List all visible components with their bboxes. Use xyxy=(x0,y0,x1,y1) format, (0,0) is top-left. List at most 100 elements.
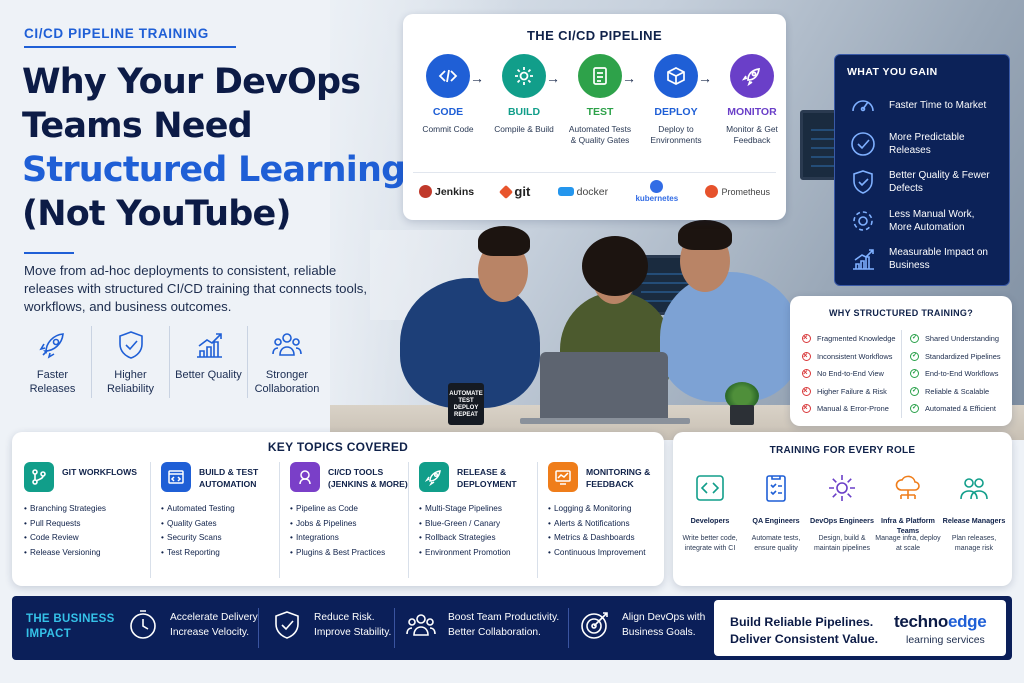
tool-docker: docker xyxy=(557,185,609,198)
check-circle-icon xyxy=(910,333,919,344)
tool-git: git xyxy=(499,184,530,199)
benefit-label: Stronger Collaboration xyxy=(254,369,320,395)
gear-icon xyxy=(829,475,855,501)
jenkins-icon xyxy=(419,185,432,198)
topic-title: RELEASE & DEPLOYMENT xyxy=(457,467,517,489)
impact-separator xyxy=(568,608,569,648)
topic-item: Logging & Monitoring xyxy=(548,504,667,519)
package-icon xyxy=(667,67,685,85)
x-circle-icon xyxy=(802,350,811,361)
arrow-icon: → xyxy=(622,70,636,86)
stage-monitor: MONITOR Monitor & Get Feedback xyxy=(719,54,785,146)
team-icon xyxy=(406,614,436,636)
check-circle-icon xyxy=(910,403,919,414)
impact-line1: Accelerate Delivery. xyxy=(170,612,260,623)
prometheus-icon xyxy=(705,185,719,198)
arrow-icon: → xyxy=(698,70,712,86)
role-desc: Plan releases, manage risk xyxy=(951,535,997,552)
topic-item: Multi-Stage Pipelines xyxy=(419,504,537,519)
person-left-hair xyxy=(478,226,530,256)
gain-item: Measurable Impact on Business xyxy=(849,245,999,273)
tagline-line1: Build Reliable Pipelines. xyxy=(730,615,874,629)
stage-monitor-name: MONITOR xyxy=(727,106,777,118)
checklist-icon xyxy=(766,475,786,502)
impact-line1: Boost Team Productivity. xyxy=(448,612,560,623)
stage-deploy-circle xyxy=(654,54,698,98)
brand-box: Build Reliable Pipelines. Deliver Consis… xyxy=(714,600,1006,656)
pipeline-stages: CODE Commit Code BUILD Compile & Build T… xyxy=(415,54,795,146)
impact-label-line2: IMPACT xyxy=(26,628,72,640)
title-line-3: Structured Learning xyxy=(22,150,406,190)
solution-label: Shared Understanding xyxy=(925,334,999,344)
problem-item: Manual & Error-Prone xyxy=(800,400,901,418)
cloud-icon xyxy=(895,475,920,499)
impact-label: THE BUSINESS IMPACT xyxy=(26,612,115,642)
check-circle-icon xyxy=(910,386,919,396)
topic-item: Continuous Improvement xyxy=(548,548,667,563)
problem-label: Higher Failure & Risk xyxy=(817,386,887,396)
stage-build-name: BUILD xyxy=(507,106,541,118)
benefit-label: Faster Releases xyxy=(29,369,76,395)
impact-separator xyxy=(394,608,395,648)
benefit-better-quality: Better Quality xyxy=(170,326,248,398)
jenkins-icon xyxy=(299,470,311,485)
what-you-gain-panel: WHAT YOU GAIN Faster Time to Market More… xyxy=(834,54,1010,286)
problem-item: Inconsistent Workflows xyxy=(800,348,901,366)
topic-list: Automated Testing Quality Gates Security… xyxy=(161,504,279,562)
mug: AUTOMATE TEST DEPLOY REPEAT xyxy=(448,383,484,425)
why-columns: Fragmented Knowledge Inconsistent Workfl… xyxy=(800,330,1004,418)
solution-label: Reliable & Scalable xyxy=(925,386,990,396)
role-devops-engineers: DevOps Engineers Design, build & maintai… xyxy=(809,472,875,554)
arrow-icon: → xyxy=(546,70,560,86)
gain-item: Less Manual Work, More Automation xyxy=(849,207,999,235)
business-impact-bar: THE BUSINESS IMPACT Accelerate Delivery.… xyxy=(12,596,1012,660)
rocket-icon xyxy=(741,67,761,87)
topic-list: Pipeline as Code Jobs & Pipelines Integr… xyxy=(290,504,408,562)
brand-part2: edge xyxy=(947,612,987,631)
person-right-hair xyxy=(678,220,732,250)
growth-chart-icon xyxy=(853,249,874,270)
topic-list: Branching Strategies Pull Requests Code … xyxy=(24,504,150,562)
pipeline-title: THE CI/CD PIPELINE xyxy=(526,28,663,43)
impact-line1: Align DevOps with xyxy=(622,612,706,623)
mug-text: AUTOMATE TEST DEPLOY REPEAT xyxy=(449,391,483,418)
target-icon xyxy=(581,612,608,639)
topic-item: Plugins & Best Practices xyxy=(290,548,408,563)
gain-label: Faster Time to Market xyxy=(889,99,987,111)
impact-label-line1: THE BUSINESS xyxy=(26,613,115,625)
monitor-chart-icon xyxy=(555,470,571,485)
topic-icon-box xyxy=(161,462,191,492)
roles-row: Developers Write better code, integrate … xyxy=(677,472,1007,554)
why-title: WHY STRUCTURED TRAINING? xyxy=(828,308,974,318)
stage-code-circle xyxy=(426,54,470,98)
topic-monitoring-feedback: MONITORING & FEEDBACK Logging & Monitori… xyxy=(538,462,667,578)
tool-name: Jenkins xyxy=(435,185,475,198)
stage-monitor-desc: Monitor & Get Feedback xyxy=(726,124,778,145)
person-right xyxy=(660,272,800,402)
topic-build-test: BUILD & TEST AUTOMATION Automated Testin… xyxy=(151,462,280,578)
tool-kubernetes: kubernetes xyxy=(635,180,678,203)
topic-title: MONITORING & FEEDBACK xyxy=(586,467,651,489)
check-circle-icon xyxy=(851,132,875,156)
role-release-managers: Release Managers Plan releases, manage r… xyxy=(941,472,1007,554)
brand-logo: technoedge xyxy=(894,612,987,632)
impact-item: Align DevOps with Business Goals. xyxy=(578,608,705,642)
person-center-hair xyxy=(582,236,648,296)
tool-name: docker xyxy=(576,185,609,198)
topic-icon-box xyxy=(290,462,320,492)
stage-test-circle xyxy=(578,54,622,98)
topic-item: Jobs & Pipelines xyxy=(290,519,408,534)
benefit-stronger-collaboration: Stronger Collaboration xyxy=(248,326,326,398)
gain-label: More Predictable Releases xyxy=(889,132,965,156)
topic-item: Code Review xyxy=(24,533,150,548)
git-icon xyxy=(499,184,514,199)
benefits-row: Faster Releases Higher Reliability Bette… xyxy=(14,326,326,398)
role-qa-engineers: QA Engineers Automate tests, ensure qual… xyxy=(743,472,809,554)
topic-release-deployment: RELEASE & DEPLOYMENT Multi-Stage Pipelin… xyxy=(409,462,538,578)
topic-item: Metrics & Dashboards xyxy=(548,533,667,548)
benefit-label: Better Quality xyxy=(175,369,242,381)
x-circle-icon xyxy=(802,402,811,414)
arrow-icon: → xyxy=(470,70,484,86)
topic-item: Rollback Strategies xyxy=(419,533,537,548)
topic-item: Security Scans xyxy=(161,533,279,548)
